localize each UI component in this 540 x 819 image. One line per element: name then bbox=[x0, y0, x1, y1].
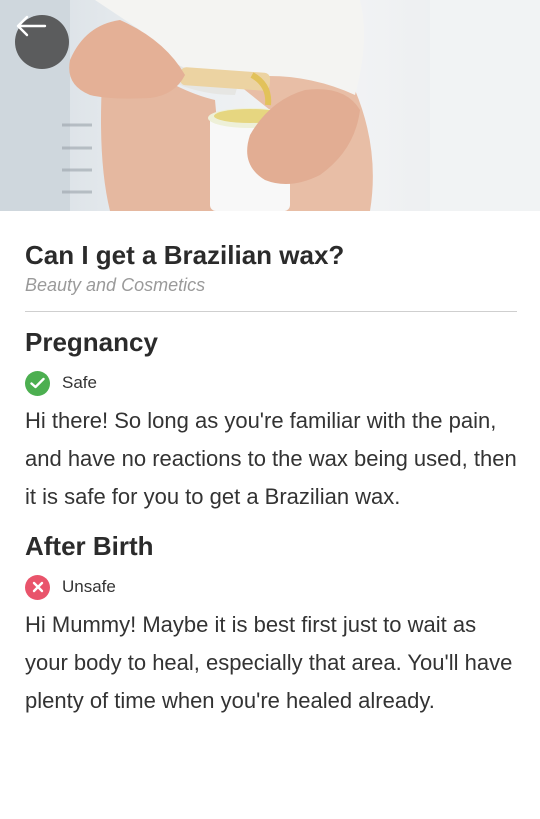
checkmark-icon bbox=[25, 370, 50, 396]
back-button[interactable] bbox=[15, 15, 69, 69]
divider bbox=[25, 311, 517, 312]
section-text: Hi Mummy! Maybe it is best first just to… bbox=[25, 612, 513, 713]
hero-image bbox=[0, 0, 540, 211]
status-row: Safe bbox=[25, 370, 517, 396]
section-heading: Pregnancy bbox=[25, 327, 158, 357]
status-label: Unsafe bbox=[62, 577, 116, 596]
section-after-birth: After Birth Unsafe Hi Mummy! Maybe it is… bbox=[25, 530, 517, 720]
arrow-left-icon bbox=[16, 15, 47, 37]
page-title: Can I get a Brazilian wax? bbox=[25, 240, 345, 270]
article-content: Can I get a Brazilian wax? Beauty and Co… bbox=[25, 211, 517, 720]
category-label: Beauty and Cosmetics bbox=[25, 275, 206, 295]
status-row: Unsafe bbox=[25, 574, 517, 600]
hero-photo-illustration bbox=[0, 0, 540, 211]
section-pregnancy: Pregnancy Safe Hi there! So long as you'… bbox=[25, 326, 517, 516]
section-text: Hi there! So long as you're familiar wit… bbox=[25, 408, 517, 509]
section-heading: After Birth bbox=[25, 531, 154, 561]
cross-icon bbox=[25, 574, 50, 600]
status-label: Safe bbox=[62, 373, 97, 392]
